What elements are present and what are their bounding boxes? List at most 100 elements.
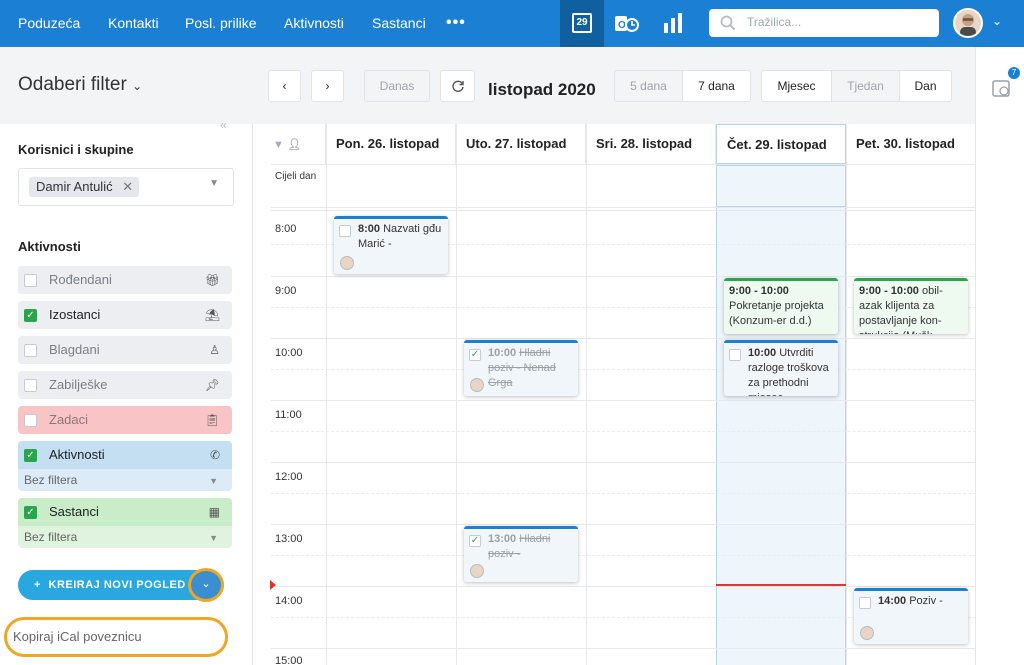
grid-line bbox=[271, 369, 975, 370]
dropdown-arrow-icon[interactable]: ▼ bbox=[209, 470, 218, 492]
today-button[interactable]: Danas bbox=[364, 70, 430, 102]
current-time-line bbox=[716, 584, 846, 586]
remove-icon[interactable]: ✕ bbox=[122, 179, 133, 194]
user-chip: Damir Antulić ✕ bbox=[29, 177, 140, 197]
view-week[interactable]: Tjedan bbox=[831, 70, 900, 102]
nav-item-companies[interactable]: Poduzeća bbox=[18, 15, 80, 31]
meeting-card[interactable]: 9:00 - 10:00 Pokretanje projekta (Konzum… bbox=[724, 278, 838, 334]
meeting-card[interactable]: 9:00 - 10:00 obil-azak klijenta za posta… bbox=[854, 278, 968, 334]
meetings-sub-filter[interactable]: Bez filtera ▼ bbox=[18, 526, 232, 548]
next-button[interactable]: › bbox=[311, 70, 344, 102]
range-7-days[interactable]: 7 dana bbox=[682, 70, 751, 102]
checkbox[interactable] bbox=[24, 379, 37, 392]
grid-line bbox=[846, 124, 847, 665]
hour-label: 14:00 bbox=[275, 595, 303, 607]
all-day-today-cell[interactable] bbox=[716, 165, 846, 207]
calendar-icon: ▦ bbox=[208, 505, 220, 519]
day-header-mon[interactable]: Pon. 26. listopad bbox=[326, 124, 456, 164]
event-card[interactable]: 10:00 Utvrditi razloge troškova za preth… bbox=[724, 340, 838, 396]
event-card[interactable]: ✓ 10:00 Hladni poziv - Nenad Grga bbox=[464, 340, 578, 396]
clipboard-icon: 📋︎ bbox=[204, 413, 220, 427]
create-view-dropdown[interactable]: ⌄ bbox=[188, 568, 224, 602]
outlook-sync-icon[interactable]: O bbox=[614, 13, 640, 35]
sub-filter-label: Bez filtera bbox=[24, 530, 78, 544]
plus-icon: + bbox=[34, 579, 41, 591]
event-time: 13:00 bbox=[488, 533, 517, 545]
users-select[interactable]: Damir Antulić ✕ ▼ bbox=[18, 168, 234, 206]
current-time-marker bbox=[270, 580, 276, 590]
filter-label: Blagdani bbox=[49, 342, 100, 357]
event-checkbox[interactable] bbox=[729, 349, 741, 361]
filter-absences[interactable]: ✓ Izostanci ⛱︎ bbox=[18, 301, 232, 329]
filter-activities[interactable]: ✓ Aktivnosti ✆ bbox=[18, 441, 232, 469]
checkbox[interactable]: ✓ bbox=[24, 449, 37, 462]
view-month[interactable]: Mjesec bbox=[761, 70, 832, 102]
checkbox[interactable]: ✓ bbox=[24, 309, 37, 322]
filter-label: Izostanci bbox=[49, 307, 101, 322]
dropdown-arrow-icon[interactable]: ▼ bbox=[209, 527, 218, 549]
person-icon[interactable]: 👤︎ bbox=[288, 139, 302, 151]
gift-icon: 🎁︎ bbox=[204, 273, 220, 287]
event-card[interactable]: 14:00 Poziv - bbox=[854, 588, 968, 644]
sub-filter-label: Bez filtera bbox=[24, 473, 78, 487]
refresh-icon bbox=[451, 80, 464, 92]
event-card[interactable]: 8:00 Nazvati gđu Marić - bbox=[334, 216, 448, 274]
checkbox[interactable] bbox=[24, 414, 37, 427]
nav-item-contacts[interactable]: Kontakti bbox=[108, 15, 159, 31]
checkbox[interactable] bbox=[24, 344, 37, 357]
grid-line bbox=[271, 586, 975, 587]
day-header-fri[interactable]: Pet. 30. listopad bbox=[846, 124, 975, 164]
reports-chart-icon[interactable] bbox=[663, 13, 685, 33]
grid-line bbox=[326, 124, 327, 665]
filter-triangle-icon[interactable]: ▼ bbox=[273, 139, 284, 151]
prev-button[interactable]: ‹ bbox=[268, 70, 301, 102]
filter-meetings[interactable]: ✓ Sastanci ▦ bbox=[18, 498, 232, 526]
chevron-down-icon[interactable]: ⌄ bbox=[132, 79, 142, 93]
event-checkbox[interactable]: ✓ bbox=[469, 535, 481, 547]
event-checkbox[interactable]: ✓ bbox=[469, 349, 481, 361]
chevron-down-icon[interactable]: ⌄ bbox=[992, 14, 1002, 28]
view-day[interactable]: Dan bbox=[899, 70, 952, 102]
calendar-reminder-icon[interactable] bbox=[992, 78, 1012, 98]
checkbox[interactable] bbox=[24, 274, 37, 287]
nav-item-activities[interactable]: Aktivnosti bbox=[284, 15, 344, 31]
top-navbar: Poduzeća Kontakti Posl. prilike Aktivnos… bbox=[0, 0, 1024, 50]
search-input[interactable] bbox=[747, 15, 927, 29]
checkbox[interactable]: ✓ bbox=[24, 506, 37, 519]
filter-dropdown[interactable]: Odaberi filter ⌄ bbox=[18, 74, 142, 96]
filter-tasks[interactable]: Zadaci 📋︎ bbox=[18, 406, 232, 434]
event-time: 9:00 - 10:00 bbox=[729, 285, 789, 297]
hour-label: 13:00 bbox=[275, 533, 303, 545]
grid-line bbox=[271, 648, 975, 649]
refresh-button[interactable] bbox=[440, 70, 475, 102]
filter-title[interactable]: Odaberi filter bbox=[18, 74, 127, 95]
range-5-days[interactable]: 5 dana bbox=[614, 70, 683, 102]
day-header-tue[interactable]: Uto. 27. listopad bbox=[456, 124, 586, 164]
day-header-thu[interactable]: Čet. 29. listopad bbox=[716, 124, 846, 164]
event-checkbox[interactable] bbox=[859, 597, 871, 609]
event-time: 10:00 bbox=[488, 347, 517, 359]
user-avatar[interactable] bbox=[953, 8, 983, 38]
nav-item-meetings[interactable]: Sastanci bbox=[372, 15, 426, 31]
hour-label: 9:00 bbox=[275, 285, 297, 297]
grid-line bbox=[586, 124, 587, 665]
dropdown-arrow-icon[interactable]: ▼ bbox=[209, 178, 219, 189]
nav-item-deals[interactable]: Posl. prilike bbox=[185, 15, 257, 31]
activities-sub-filter[interactable]: Bez filtera ▼ bbox=[18, 469, 232, 491]
filter-label: Rođendani bbox=[49, 272, 112, 287]
copy-ical-link[interactable]: Kopiraj iCal poveznicu bbox=[4, 617, 228, 657]
day-header-wed[interactable]: Sri. 28. listopad bbox=[586, 124, 716, 164]
filter-holidays[interactable]: Blagdani ♙ bbox=[18, 336, 232, 364]
search-box[interactable] bbox=[709, 9, 939, 37]
event-checkbox[interactable] bbox=[339, 225, 351, 237]
collapse-sidebar-icon[interactable]: « bbox=[220, 118, 227, 132]
calendar-icon[interactable]: 29 bbox=[572, 13, 592, 33]
grid-line bbox=[271, 338, 975, 339]
more-icon[interactable]: ••• bbox=[446, 14, 466, 32]
filter-birthdays[interactable]: Rođendani 🎁︎ bbox=[18, 266, 232, 294]
week-calendar: ▼ 👤︎ Pon. 26. listopad Uto. 27. listopad… bbox=[252, 124, 975, 665]
right-side-panel bbox=[975, 47, 1024, 665]
event-card[interactable]: ✓ 13:00 Hladni poziv - bbox=[464, 526, 578, 582]
hour-label: 11:00 bbox=[275, 409, 302, 421]
filter-notes[interactable]: Zabilješke 📌︎ bbox=[18, 371, 232, 399]
